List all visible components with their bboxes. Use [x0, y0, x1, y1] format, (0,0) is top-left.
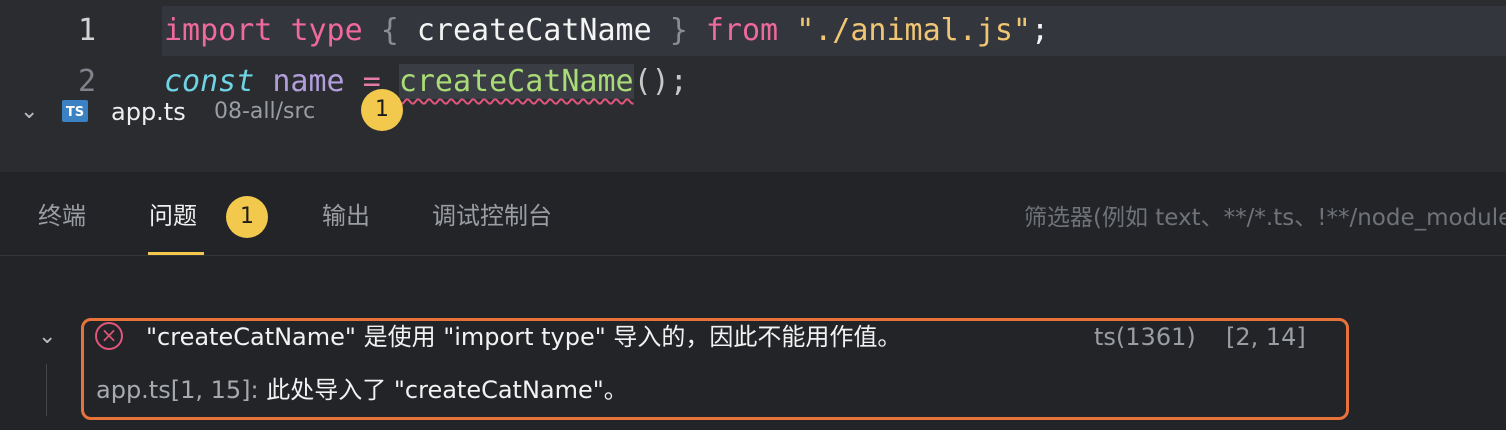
keyword-type: type	[290, 13, 363, 48]
tab-terminal[interactable]: 终端	[38, 198, 86, 234]
semicolon: ;	[1031, 13, 1050, 48]
code-text[interactable]: import type { createCatName } from "./an…	[164, 6, 1049, 56]
tab-debug-console[interactable]: 调试控制台	[432, 198, 552, 234]
chevron-down-icon[interactable]: ⌄	[20, 92, 38, 132]
error-code: ts(1361)	[1094, 323, 1196, 351]
module-string: "./animal.js"	[796, 13, 1031, 48]
related-message: 此处导入了 "createCatName"。	[258, 376, 628, 404]
tree-indent-guide	[46, 364, 47, 416]
tab-output[interactable]: 输出	[322, 198, 370, 234]
brace-open: {	[380, 13, 399, 48]
keyword-import: import	[164, 13, 273, 48]
code-editor[interactable]: 1 import type { createCatName } from "./…	[0, 0, 1506, 172]
panel-tab-bar: 终端 问题 1 输出 调试控制台 筛选器(例如 text、**/*.ts、!**…	[0, 172, 1506, 256]
imported-identifier: createCatName	[416, 13, 652, 48]
related-location-link[interactable]: app.ts[1, 15]:	[96, 376, 259, 404]
problems-count-badge: 1	[226, 196, 268, 238]
line-number: 1	[77, 13, 96, 48]
keyword-from: from	[705, 13, 779, 48]
code-line-1[interactable]: 1 import type { createCatName } from "./…	[0, 6, 1506, 58]
file-name: app.ts	[111, 98, 186, 126]
file-path: 08-all/src	[214, 99, 316, 124]
chevron-down-icon[interactable]: ⌄	[38, 322, 56, 352]
file-problem-count-badge: 1	[361, 89, 403, 131]
problems-filter-input[interactable]: 筛选器(例如 text、**/*.ts、!**/node_modules/**)	[1024, 198, 1506, 238]
typescript-file-icon: TS	[62, 100, 88, 122]
error-position: [2, 14]	[1226, 323, 1306, 351]
error-message[interactable]: "createCatName" 是使用 "import type" 导入的，因此…	[146, 318, 901, 356]
related-information[interactable]: app.ts[1, 15]: 此处导入了 "createCatName"。	[96, 371, 628, 409]
error-circle-icon: ×	[95, 322, 123, 350]
tab-problems[interactable]: 问题	[149, 198, 197, 234]
brace-close: }	[669, 13, 688, 48]
problem-file-row[interactable]: ⌄ TS app.ts 08-all/src 1	[0, 89, 1506, 136]
active-tab-indicator	[148, 252, 204, 255]
